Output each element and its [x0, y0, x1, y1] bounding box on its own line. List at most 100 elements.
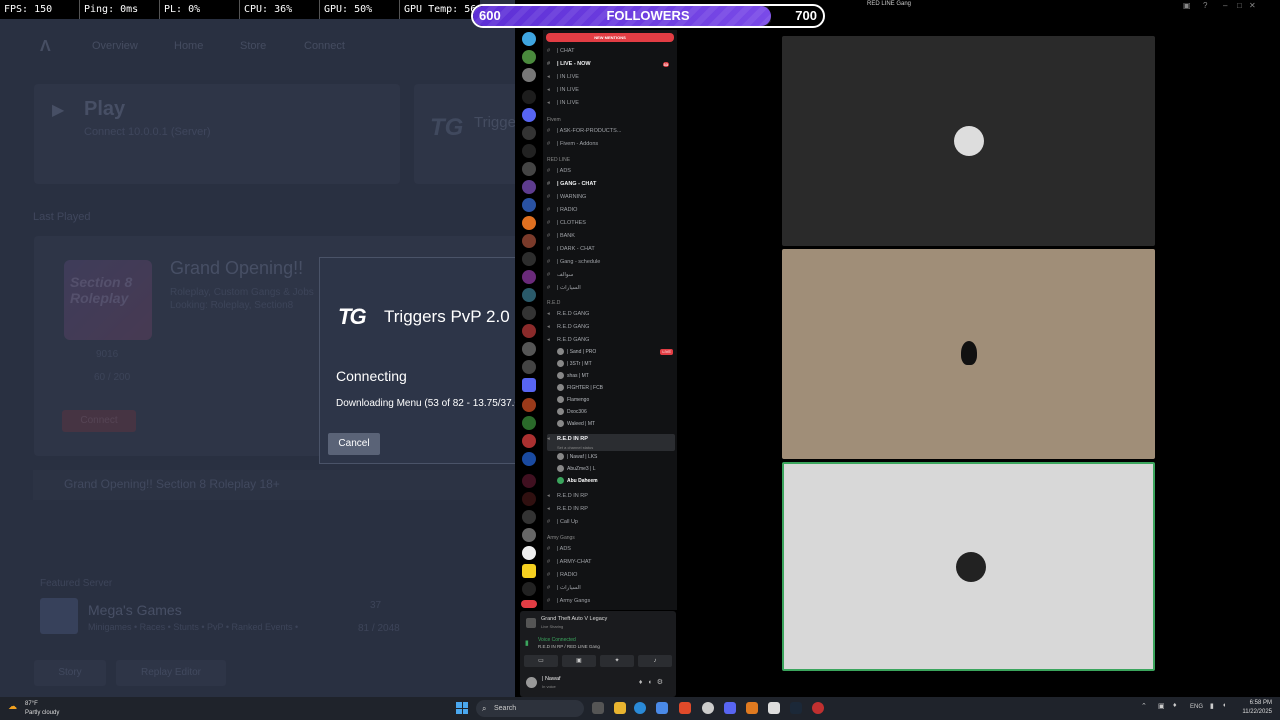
channel-item[interactable]: # | DARK - CHAT	[547, 244, 675, 255]
tray-icon[interactable]: ▣	[1158, 702, 1165, 710]
server-icon[interactable]	[522, 32, 536, 46]
server-icon[interactable]	[522, 216, 536, 230]
server-icon[interactable]	[522, 144, 536, 158]
avatar[interactable]	[526, 677, 537, 688]
channel-item[interactable]: # | RADIO	[547, 205, 675, 216]
server-icon[interactable]	[522, 126, 536, 140]
channel-item[interactable]: # | CLOTHES	[547, 218, 675, 229]
voice-user[interactable]: shas | MT	[557, 371, 589, 382]
video-tile[interactable]	[782, 249, 1155, 459]
video-tile-speaking[interactable]	[782, 462, 1155, 671]
volume-icon[interactable]: ◖	[1222, 702, 1226, 709]
close-icon[interactable]: ✕	[1249, 1, 1256, 10]
server-icon[interactable]	[522, 234, 536, 248]
discord-icon[interactable]	[724, 702, 736, 714]
voice-user[interactable]: Waleed | MT	[557, 419, 595, 430]
language-indicator[interactable]: ENG	[1190, 704, 1203, 710]
file-explorer-icon[interactable]	[614, 702, 626, 714]
channel-item[interactable]: # | GANG - CHAT	[547, 179, 675, 190]
server-icon[interactable]	[522, 270, 536, 284]
server-icon[interactable]	[522, 252, 536, 266]
channel-item[interactable]: # | ARMY-CHAT	[547, 557, 675, 568]
server-icon[interactable]	[522, 564, 536, 578]
cancel-button[interactable]: Cancel	[328, 433, 380, 455]
server-icon[interactable]	[522, 180, 536, 194]
steam-icon[interactable]	[790, 702, 802, 714]
server-icon[interactable]	[522, 474, 536, 488]
signal-icon[interactable]: ▮	[525, 639, 529, 647]
channel-item[interactable]: ◂ | IN LIVE	[547, 85, 675, 96]
channel-item[interactable]: # | السيارات	[547, 283, 675, 294]
mega-title[interactable]: Mega's Games	[88, 602, 182, 618]
new-server-badge[interactable]	[521, 600, 537, 608]
voice-user[interactable]: Flamengo	[557, 395, 589, 406]
clock[interactable]: 6:58 PM 11/22/2025	[1238, 699, 1272, 717]
server-icon[interactable]	[522, 546, 536, 560]
channel-item[interactable]: # | LIVE - NOW 33	[547, 59, 675, 70]
brave-icon[interactable]	[679, 702, 691, 714]
minimize-icon[interactable]: –	[1223, 1, 1227, 10]
server-icon[interactable]	[522, 582, 536, 596]
voice-channel[interactable]: ◂ R.E.D GANG	[547, 335, 675, 346]
channel-item[interactable]: # | CHAT	[547, 46, 675, 57]
server-icon[interactable]	[522, 50, 536, 64]
launcher-logo-icon[interactable]: Λ	[40, 38, 51, 56]
app-icon[interactable]	[768, 702, 780, 714]
launcher-icon[interactable]	[746, 702, 758, 714]
server-icon[interactable]	[522, 492, 536, 506]
voice-channel[interactable]: ◂ R.E.D IN RP	[547, 504, 675, 515]
voice-channel[interactable]: ◂ R.E.D GANG	[547, 322, 675, 333]
channel-item[interactable]: # | WARNING	[547, 192, 675, 203]
channel-item[interactable]: # | ADS	[547, 544, 675, 555]
channel-item[interactable]: # | Army Gangs	[547, 596, 675, 607]
server-icon[interactable]	[522, 416, 536, 430]
server-icon[interactable]	[522, 288, 536, 302]
help-icon[interactable]: ?	[1203, 1, 1207, 10]
nav-home[interactable]: Home	[174, 40, 203, 52]
voice-user[interactable]: | 3STr | MT	[557, 359, 592, 370]
story-button[interactable]: Story	[34, 660, 106, 686]
category-fivem[interactable]: Fivem	[547, 117, 561, 123]
voice-user[interactable]: | Sand | PRO	[557, 347, 596, 358]
new-mentions-button[interactable]: NEW MENTIONS	[546, 33, 674, 42]
channel-item[interactable]: # | Call Up	[547, 517, 675, 528]
screenshare-icon[interactable]: ▣	[562, 655, 596, 667]
activities-icon[interactable]: ✦	[600, 655, 634, 667]
server-icon[interactable]	[522, 398, 536, 412]
inbox-icon[interactable]: ▣	[1183, 1, 1191, 10]
server-icon[interactable]	[522, 108, 536, 122]
channel-item[interactable]: # | السيارات	[547, 583, 675, 594]
nav-store[interactable]: Store	[240, 40, 266, 52]
channel-item[interactable]: # | Fivem - Addons	[547, 139, 675, 150]
voice-channel[interactable]: ◂ R.E.D IN RP	[547, 491, 675, 502]
server-icon[interactable]	[522, 360, 536, 374]
channel-item[interactable]: # | RADIO	[547, 570, 675, 581]
category-redline[interactable]: RED LINE	[547, 157, 570, 163]
replay-editor-button[interactable]: Replay Editor	[116, 660, 226, 686]
voice-channel[interactable]: ◂ R.E.D GANG	[547, 309, 675, 320]
nav-overview[interactable]: Overview	[92, 40, 138, 52]
windows-start-icon[interactable]	[456, 702, 468, 714]
maximize-icon[interactable]: □	[1237, 1, 1242, 10]
server-icon[interactable]	[522, 452, 536, 466]
chrome-icon[interactable]	[656, 702, 668, 714]
server-icon[interactable]	[522, 198, 536, 212]
voice-connected-label[interactable]: Voice Connected	[538, 637, 576, 643]
voice-user[interactable]: Abu Daheem	[557, 476, 598, 487]
server-icon[interactable]	[522, 342, 536, 356]
voice-channel-label[interactable]: R.E.D IN RP / RED LINE Gang	[538, 644, 600, 649]
task-view-icon[interactable]	[592, 702, 604, 714]
server-icon[interactable]	[522, 162, 536, 176]
tray-chevron-icon[interactable]: ⌃	[1141, 702, 1147, 710]
server-icon[interactable]	[522, 306, 536, 320]
channel-item[interactable]: # | Gang - schedule	[547, 257, 675, 268]
channel-item[interactable]: # سوالف	[547, 270, 675, 281]
channel-item[interactable]: # | BANK	[547, 231, 675, 242]
server-icon[interactable]	[522, 528, 536, 542]
voice-user[interactable]: AbuZme3 | L	[557, 464, 596, 475]
channel-item[interactable]: ◂ | IN LIVE	[547, 72, 675, 83]
channel-item[interactable]: # | ADS	[547, 166, 675, 177]
connect-button[interactable]: Connect	[62, 410, 136, 432]
activity-panel[interactable]: Grand Theft Auto V Legacy Live Sharing	[524, 614, 672, 632]
server-icon[interactable]	[522, 90, 536, 104]
